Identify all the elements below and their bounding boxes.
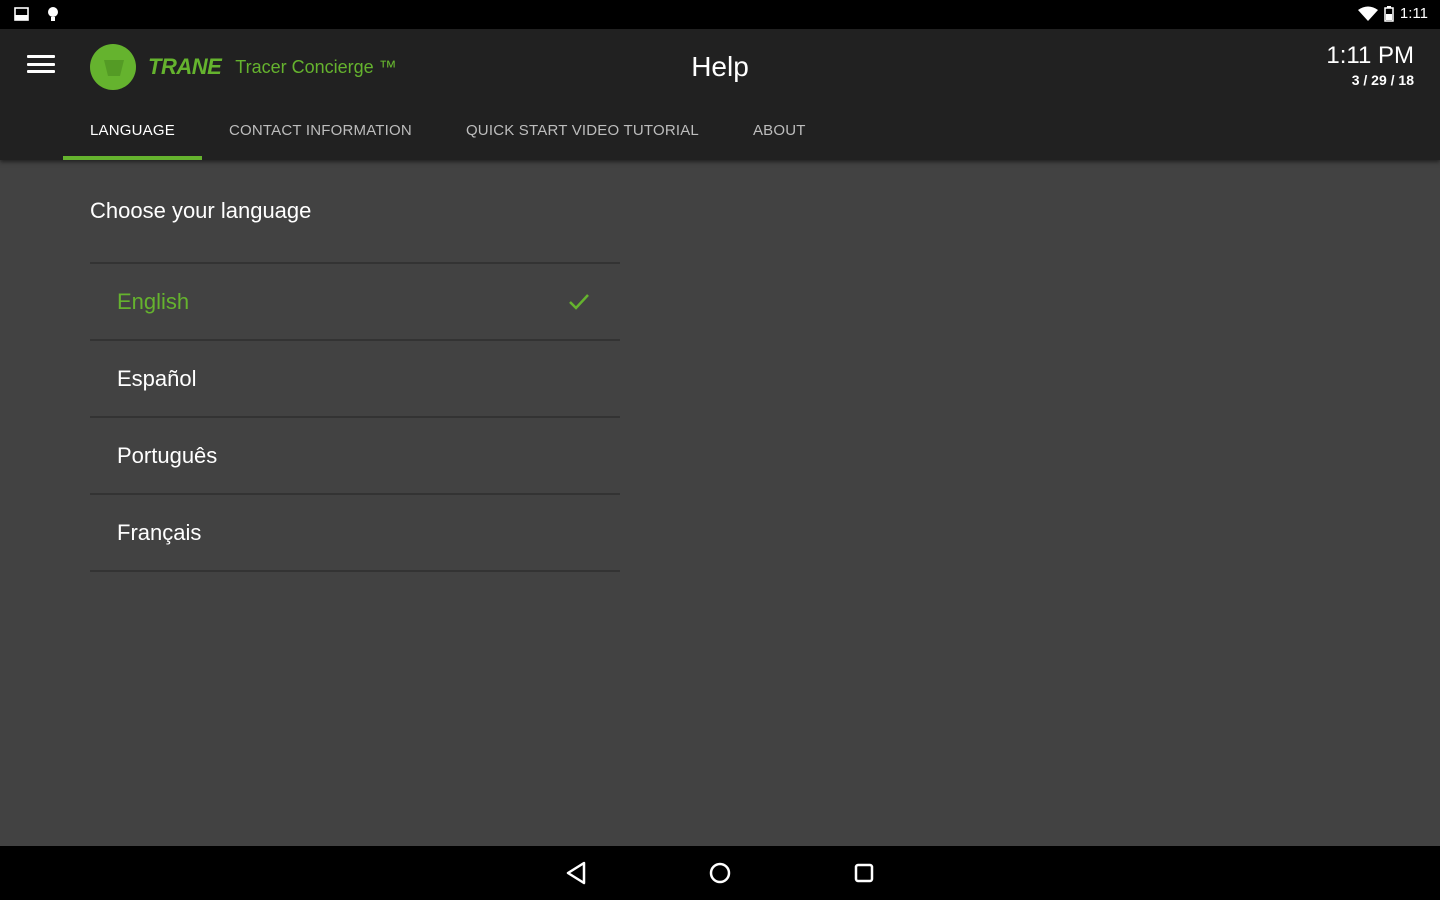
status-bar: 1:11	[0, 0, 1440, 29]
language-option-english[interactable]: English	[90, 264, 620, 341]
status-right-icons: 1:11	[1357, 5, 1428, 22]
back-icon[interactable]	[562, 859, 590, 887]
notification-bulb-icon	[48, 7, 58, 21]
wifi-icon	[1357, 6, 1378, 21]
clock-date: 3 / 29 / 18	[1351, 72, 1414, 88]
language-list: English Español Português Français	[90, 262, 620, 572]
home-icon[interactable]	[706, 859, 734, 887]
status-left-icons	[14, 6, 60, 22]
main-content: Choose your language English Español Por…	[0, 160, 1440, 846]
system-nav-bar	[0, 846, 1440, 900]
section-heading: Choose your language	[90, 198, 312, 223]
app-bar: TRANE Tracer Concierge ™ Help 1:11 PM 3 …	[0, 29, 1440, 160]
clock-time: 1:11 PM	[1326, 42, 1414, 69]
tab-contact-information[interactable]: CONTACT INFORMATION	[202, 108, 439, 160]
status-time: 1:11	[1399, 5, 1428, 22]
language-option-portugues[interactable]: Português	[90, 418, 620, 495]
recents-icon[interactable]	[850, 859, 878, 887]
tab-bar: LANGUAGE CONTACT INFORMATION QUICK START…	[63, 108, 833, 160]
notification-image-icon	[14, 7, 29, 21]
battery-icon	[1384, 5, 1394, 22]
page-title: Help	[691, 51, 749, 82]
language-option-francais[interactable]: Français	[90, 495, 620, 572]
language-label: Português	[117, 442, 218, 468]
check-icon	[569, 293, 589, 310]
tab-language[interactable]: LANGUAGE	[63, 108, 202, 160]
tab-about[interactable]: ABOUT	[726, 108, 833, 160]
language-label: Español	[117, 365, 197, 391]
language-label: Français	[117, 519, 202, 545]
language-option-espanol[interactable]: Español	[90, 341, 620, 418]
clock: 1:11 PM 3 / 29 / 18	[1326, 42, 1414, 88]
tab-quick-start-video-tutorial[interactable]: QUICK START VIDEO TUTORIAL	[439, 108, 726, 160]
language-label: English	[117, 288, 190, 314]
